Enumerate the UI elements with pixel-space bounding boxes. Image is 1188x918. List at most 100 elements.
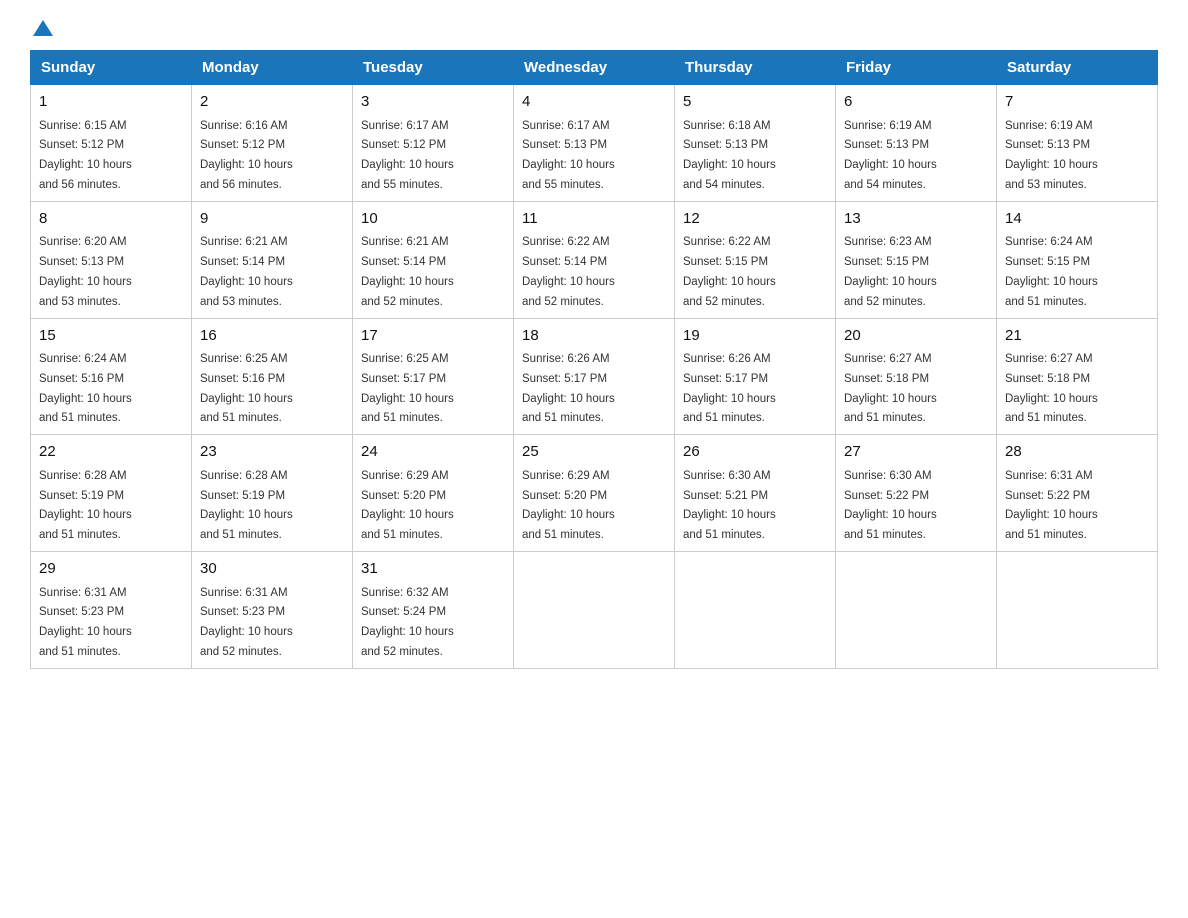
day-number: 25 — [522, 441, 666, 464]
day-info: Sunrise: 6:19 AMSunset: 5:13 PMDaylight:… — [844, 120, 937, 191]
calendar-cell: 26 Sunrise: 6:30 AMSunset: 5:21 PMDaylig… — [675, 435, 836, 552]
weekday-header-row: SundayMondayTuesdayWednesdayThursdayFrid… — [31, 51, 1158, 85]
day-number: 21 — [1005, 325, 1149, 348]
calendar-cell: 19 Sunrise: 6:26 AMSunset: 5:17 PMDaylig… — [675, 318, 836, 435]
calendar-week-row: 8 Sunrise: 6:20 AMSunset: 5:13 PMDayligh… — [31, 201, 1158, 318]
day-info: Sunrise: 6:16 AMSunset: 5:12 PMDaylight:… — [200, 120, 293, 191]
day-info: Sunrise: 6:25 AMSunset: 5:17 PMDaylight:… — [361, 353, 454, 424]
day-number: 31 — [361, 558, 505, 581]
day-info: Sunrise: 6:30 AMSunset: 5:22 PMDaylight:… — [844, 470, 937, 541]
day-number: 5 — [683, 91, 827, 114]
day-number: 1 — [39, 91, 183, 114]
calendar-cell: 11 Sunrise: 6:22 AMSunset: 5:14 PMDaylig… — [514, 201, 675, 318]
day-info: Sunrise: 6:18 AMSunset: 5:13 PMDaylight:… — [683, 120, 776, 191]
calendar-cell: 9 Sunrise: 6:21 AMSunset: 5:14 PMDayligh… — [192, 201, 353, 318]
day-number: 14 — [1005, 208, 1149, 231]
day-info: Sunrise: 6:15 AMSunset: 5:12 PMDaylight:… — [39, 120, 132, 191]
day-info: Sunrise: 6:28 AMSunset: 5:19 PMDaylight:… — [39, 470, 132, 541]
day-number: 24 — [361, 441, 505, 464]
calendar-cell: 10 Sunrise: 6:21 AMSunset: 5:14 PMDaylig… — [353, 201, 514, 318]
calendar-cell: 2 Sunrise: 6:16 AMSunset: 5:12 PMDayligh… — [192, 85, 353, 202]
weekday-header-sunday: Sunday — [31, 51, 192, 85]
day-number: 19 — [683, 325, 827, 348]
day-info: Sunrise: 6:19 AMSunset: 5:13 PMDaylight:… — [1005, 120, 1098, 191]
day-info: Sunrise: 6:29 AMSunset: 5:20 PMDaylight:… — [361, 470, 454, 541]
day-info: Sunrise: 6:23 AMSunset: 5:15 PMDaylight:… — [844, 236, 937, 307]
calendar-cell: 29 Sunrise: 6:31 AMSunset: 5:23 PMDaylig… — [31, 552, 192, 669]
day-info: Sunrise: 6:30 AMSunset: 5:21 PMDaylight:… — [683, 470, 776, 541]
day-number: 18 — [522, 325, 666, 348]
calendar-cell: 16 Sunrise: 6:25 AMSunset: 5:16 PMDaylig… — [192, 318, 353, 435]
weekday-header-tuesday: Tuesday — [353, 51, 514, 85]
calendar-cell: 8 Sunrise: 6:20 AMSunset: 5:13 PMDayligh… — [31, 201, 192, 318]
day-info: Sunrise: 6:25 AMSunset: 5:16 PMDaylight:… — [200, 353, 293, 424]
day-number: 10 — [361, 208, 505, 231]
calendar-cell: 7 Sunrise: 6:19 AMSunset: 5:13 PMDayligh… — [997, 85, 1158, 202]
calendar-cell: 15 Sunrise: 6:24 AMSunset: 5:16 PMDaylig… — [31, 318, 192, 435]
calendar-cell: 12 Sunrise: 6:22 AMSunset: 5:15 PMDaylig… — [675, 201, 836, 318]
calendar-cell: 1 Sunrise: 6:15 AMSunset: 5:12 PMDayligh… — [31, 85, 192, 202]
day-number: 22 — [39, 441, 183, 464]
calendar-cell — [836, 552, 997, 669]
calendar-cell: 13 Sunrise: 6:23 AMSunset: 5:15 PMDaylig… — [836, 201, 997, 318]
calendar-cell — [675, 552, 836, 669]
day-number: 2 — [200, 91, 344, 114]
day-number: 8 — [39, 208, 183, 231]
calendar-cell — [514, 552, 675, 669]
day-info: Sunrise: 6:29 AMSunset: 5:20 PMDaylight:… — [522, 470, 615, 541]
day-info: Sunrise: 6:22 AMSunset: 5:14 PMDaylight:… — [522, 236, 615, 307]
calendar-cell: 4 Sunrise: 6:17 AMSunset: 5:13 PMDayligh… — [514, 85, 675, 202]
day-number: 13 — [844, 208, 988, 231]
day-number: 7 — [1005, 91, 1149, 114]
weekday-header-saturday: Saturday — [997, 51, 1158, 85]
calendar-cell: 3 Sunrise: 6:17 AMSunset: 5:12 PMDayligh… — [353, 85, 514, 202]
day-number: 3 — [361, 91, 505, 114]
day-number: 26 — [683, 441, 827, 464]
page-header — [30, 20, 1158, 40]
day-info: Sunrise: 6:24 AMSunset: 5:16 PMDaylight:… — [39, 353, 132, 424]
calendar-week-row: 22 Sunrise: 6:28 AMSunset: 5:19 PMDaylig… — [31, 435, 1158, 552]
day-number: 15 — [39, 325, 183, 348]
weekday-header-friday: Friday — [836, 51, 997, 85]
day-info: Sunrise: 6:27 AMSunset: 5:18 PMDaylight:… — [844, 353, 937, 424]
calendar-cell: 18 Sunrise: 6:26 AMSunset: 5:17 PMDaylig… — [514, 318, 675, 435]
calendar-cell: 21 Sunrise: 6:27 AMSunset: 5:18 PMDaylig… — [997, 318, 1158, 435]
calendar-cell: 6 Sunrise: 6:19 AMSunset: 5:13 PMDayligh… — [836, 85, 997, 202]
day-number: 20 — [844, 325, 988, 348]
day-number: 4 — [522, 91, 666, 114]
day-number: 16 — [200, 325, 344, 348]
day-number: 30 — [200, 558, 344, 581]
day-number: 29 — [39, 558, 183, 581]
day-info: Sunrise: 6:20 AMSunset: 5:13 PMDaylight:… — [39, 236, 132, 307]
day-number: 17 — [361, 325, 505, 348]
calendar-cell: 28 Sunrise: 6:31 AMSunset: 5:22 PMDaylig… — [997, 435, 1158, 552]
day-info: Sunrise: 6:27 AMSunset: 5:18 PMDaylight:… — [1005, 353, 1098, 424]
calendar-table: SundayMondayTuesdayWednesdayThursdayFrid… — [30, 50, 1158, 669]
logo — [30, 20, 54, 40]
day-number: 12 — [683, 208, 827, 231]
logo-icon — [32, 18, 54, 40]
day-number: 11 — [522, 208, 666, 231]
calendar-cell: 14 Sunrise: 6:24 AMSunset: 5:15 PMDaylig… — [997, 201, 1158, 318]
day-info: Sunrise: 6:28 AMSunset: 5:19 PMDaylight:… — [200, 470, 293, 541]
weekday-header-thursday: Thursday — [675, 51, 836, 85]
day-number: 9 — [200, 208, 344, 231]
day-info: Sunrise: 6:31 AMSunset: 5:23 PMDaylight:… — [200, 587, 293, 658]
calendar-cell: 5 Sunrise: 6:18 AMSunset: 5:13 PMDayligh… — [675, 85, 836, 202]
calendar-cell: 22 Sunrise: 6:28 AMSunset: 5:19 PMDaylig… — [31, 435, 192, 552]
calendar-cell: 27 Sunrise: 6:30 AMSunset: 5:22 PMDaylig… — [836, 435, 997, 552]
day-number: 23 — [200, 441, 344, 464]
calendar-cell: 24 Sunrise: 6:29 AMSunset: 5:20 PMDaylig… — [353, 435, 514, 552]
day-info: Sunrise: 6:22 AMSunset: 5:15 PMDaylight:… — [683, 236, 776, 307]
calendar-cell: 25 Sunrise: 6:29 AMSunset: 5:20 PMDaylig… — [514, 435, 675, 552]
day-info: Sunrise: 6:32 AMSunset: 5:24 PMDaylight:… — [361, 587, 454, 658]
calendar-cell: 31 Sunrise: 6:32 AMSunset: 5:24 PMDaylig… — [353, 552, 514, 669]
day-info: Sunrise: 6:21 AMSunset: 5:14 PMDaylight:… — [361, 236, 454, 307]
weekday-header-wednesday: Wednesday — [514, 51, 675, 85]
day-info: Sunrise: 6:24 AMSunset: 5:15 PMDaylight:… — [1005, 236, 1098, 307]
day-info: Sunrise: 6:31 AMSunset: 5:22 PMDaylight:… — [1005, 470, 1098, 541]
day-info: Sunrise: 6:17 AMSunset: 5:13 PMDaylight:… — [522, 120, 615, 191]
weekday-header-monday: Monday — [192, 51, 353, 85]
day-number: 6 — [844, 91, 988, 114]
calendar-cell: 20 Sunrise: 6:27 AMSunset: 5:18 PMDaylig… — [836, 318, 997, 435]
